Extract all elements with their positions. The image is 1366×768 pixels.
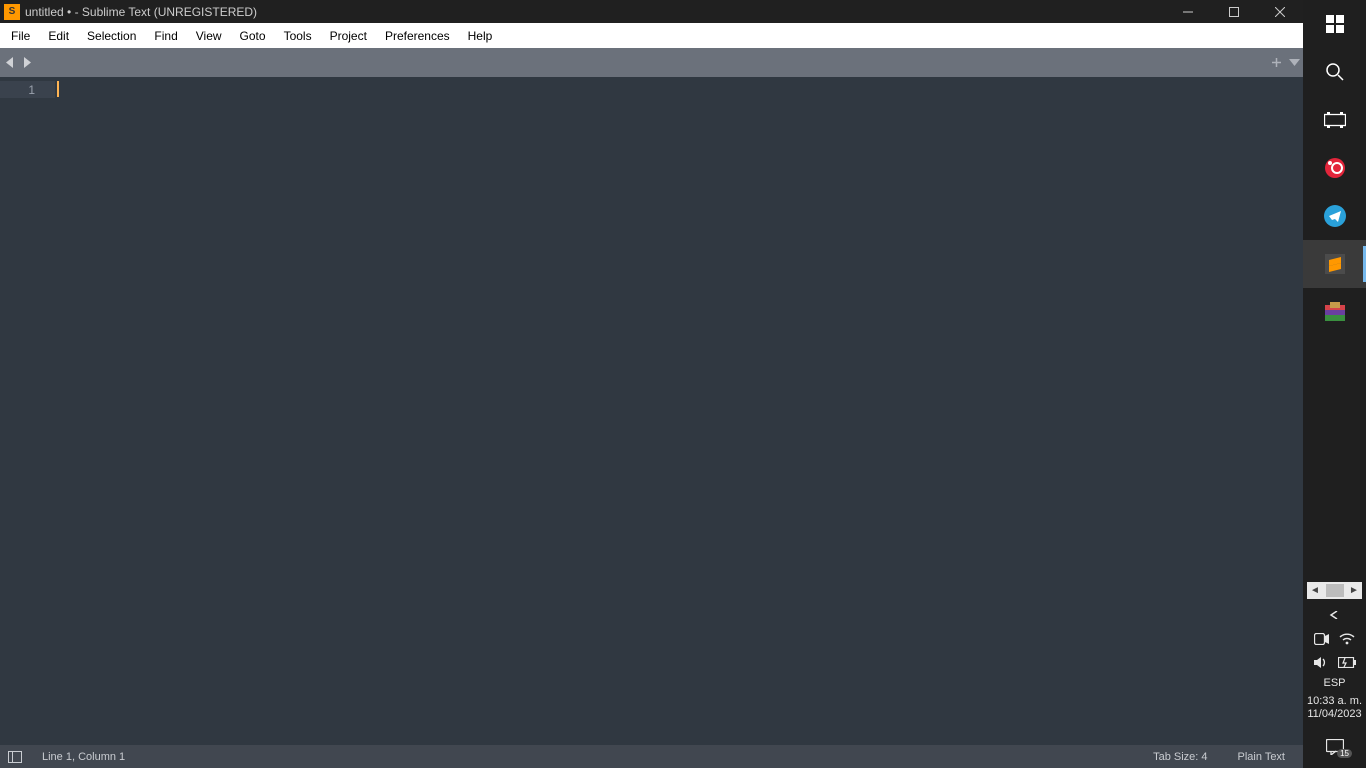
taskbar-app-sublime[interactable] [1303,240,1366,288]
sublime-icon [1325,254,1345,274]
snip-icon [1324,157,1346,179]
battery-icon[interactable] [1338,657,1356,668]
close-button[interactable] [1257,0,1303,23]
tray-scrollbar[interactable]: ◄ ► [1307,582,1362,599]
tab-size[interactable]: Tab Size: 4 [1143,751,1217,763]
tab-dropdown-icon[interactable] [1285,48,1303,77]
notification-badge: 15 [1337,749,1352,758]
scroll-thumb[interactable] [1326,584,1344,597]
start-button[interactable] [1303,0,1366,48]
taskbar-apps [1303,0,1366,578]
menu-edit[interactable]: Edit [39,26,78,46]
tray-time: 10:33 a. m. [1307,695,1362,709]
action-center[interactable]: 15 [1303,730,1366,764]
menu-view[interactable]: View [187,26,231,46]
window-title: untitled • - Sublime Text (UNREGISTERED) [25,5,257,19]
tab-nav-forward-icon[interactable] [18,48,36,77]
cursor-position[interactable]: Line 1, Column 1 [32,751,135,763]
menu-tools[interactable]: Tools [275,26,321,46]
editor-area: 1 [0,77,1303,745]
menu-find[interactable]: Find [145,26,186,46]
windows-taskbar: ◄ ► ESP 10:33 a. m. 11/04/2023 [1303,0,1366,768]
task-view-icon [1324,112,1346,128]
search-icon [1325,62,1345,82]
wifi-icon[interactable] [1339,633,1355,645]
new-tab-icon[interactable] [1267,48,1285,77]
input-language[interactable]: ESP [1323,677,1345,689]
taskbar-taskview[interactable] [1303,96,1366,144]
sublime-text-window: S untitled • - Sublime Text (UNREGISTERE… [0,0,1303,768]
syntax-mode[interactable]: Plain Text [1228,751,1296,763]
tray-clock[interactable]: 10:33 a. m. 11/04/2023 [1307,693,1362,727]
taskbar-app-snip[interactable] [1303,144,1366,192]
text-caret [57,81,59,97]
tray-date: 11/04/2023 [1307,708,1362,722]
system-tray: ◄ ► ESP 10:33 a. m. 11/04/2023 [1303,578,1366,768]
menu-selection[interactable]: Selection [78,26,145,46]
menubar: File Edit Selection Find View Goto Tools… [0,23,1303,48]
winrar-icon [1324,301,1346,323]
meet-now-icon[interactable] [1314,633,1329,645]
taskbar-app-winrar[interactable] [1303,288,1366,336]
scroll-left-icon[interactable]: ◄ [1307,585,1323,596]
line-number: 1 [0,81,55,98]
menu-preferences[interactable]: Preferences [376,26,459,46]
titlebar[interactable]: S untitled • - Sublime Text (UNREGISTERE… [0,0,1303,23]
sublime-app-icon: S [4,4,20,20]
line-gutter[interactable]: 1 [0,77,55,745]
telegram-icon [1324,205,1346,227]
minimize-button[interactable] [1165,0,1211,23]
taskbar-search[interactable] [1303,48,1366,96]
tab-strip [0,48,1303,77]
code-area[interactable] [55,77,1303,745]
menu-project[interactable]: Project [321,26,376,46]
menu-help[interactable]: Help [459,26,502,46]
scroll-right-icon[interactable]: ► [1346,585,1362,596]
tab-nav-back-icon[interactable] [0,48,18,77]
maximize-button[interactable] [1211,0,1257,23]
menu-goto[interactable]: Goto [231,26,275,46]
taskbar-app-telegram[interactable] [1303,192,1366,240]
volume-icon[interactable] [1313,656,1328,669]
menu-file[interactable]: File [2,26,39,46]
windows-logo-icon [1326,15,1344,33]
statusbar: Line 1, Column 1 Tab Size: 4 Plain Text [0,745,1303,768]
sidebar-toggle-icon[interactable] [8,751,22,763]
tray-overflow[interactable] [1303,605,1366,625]
chevron-left-icon [1329,611,1341,619]
